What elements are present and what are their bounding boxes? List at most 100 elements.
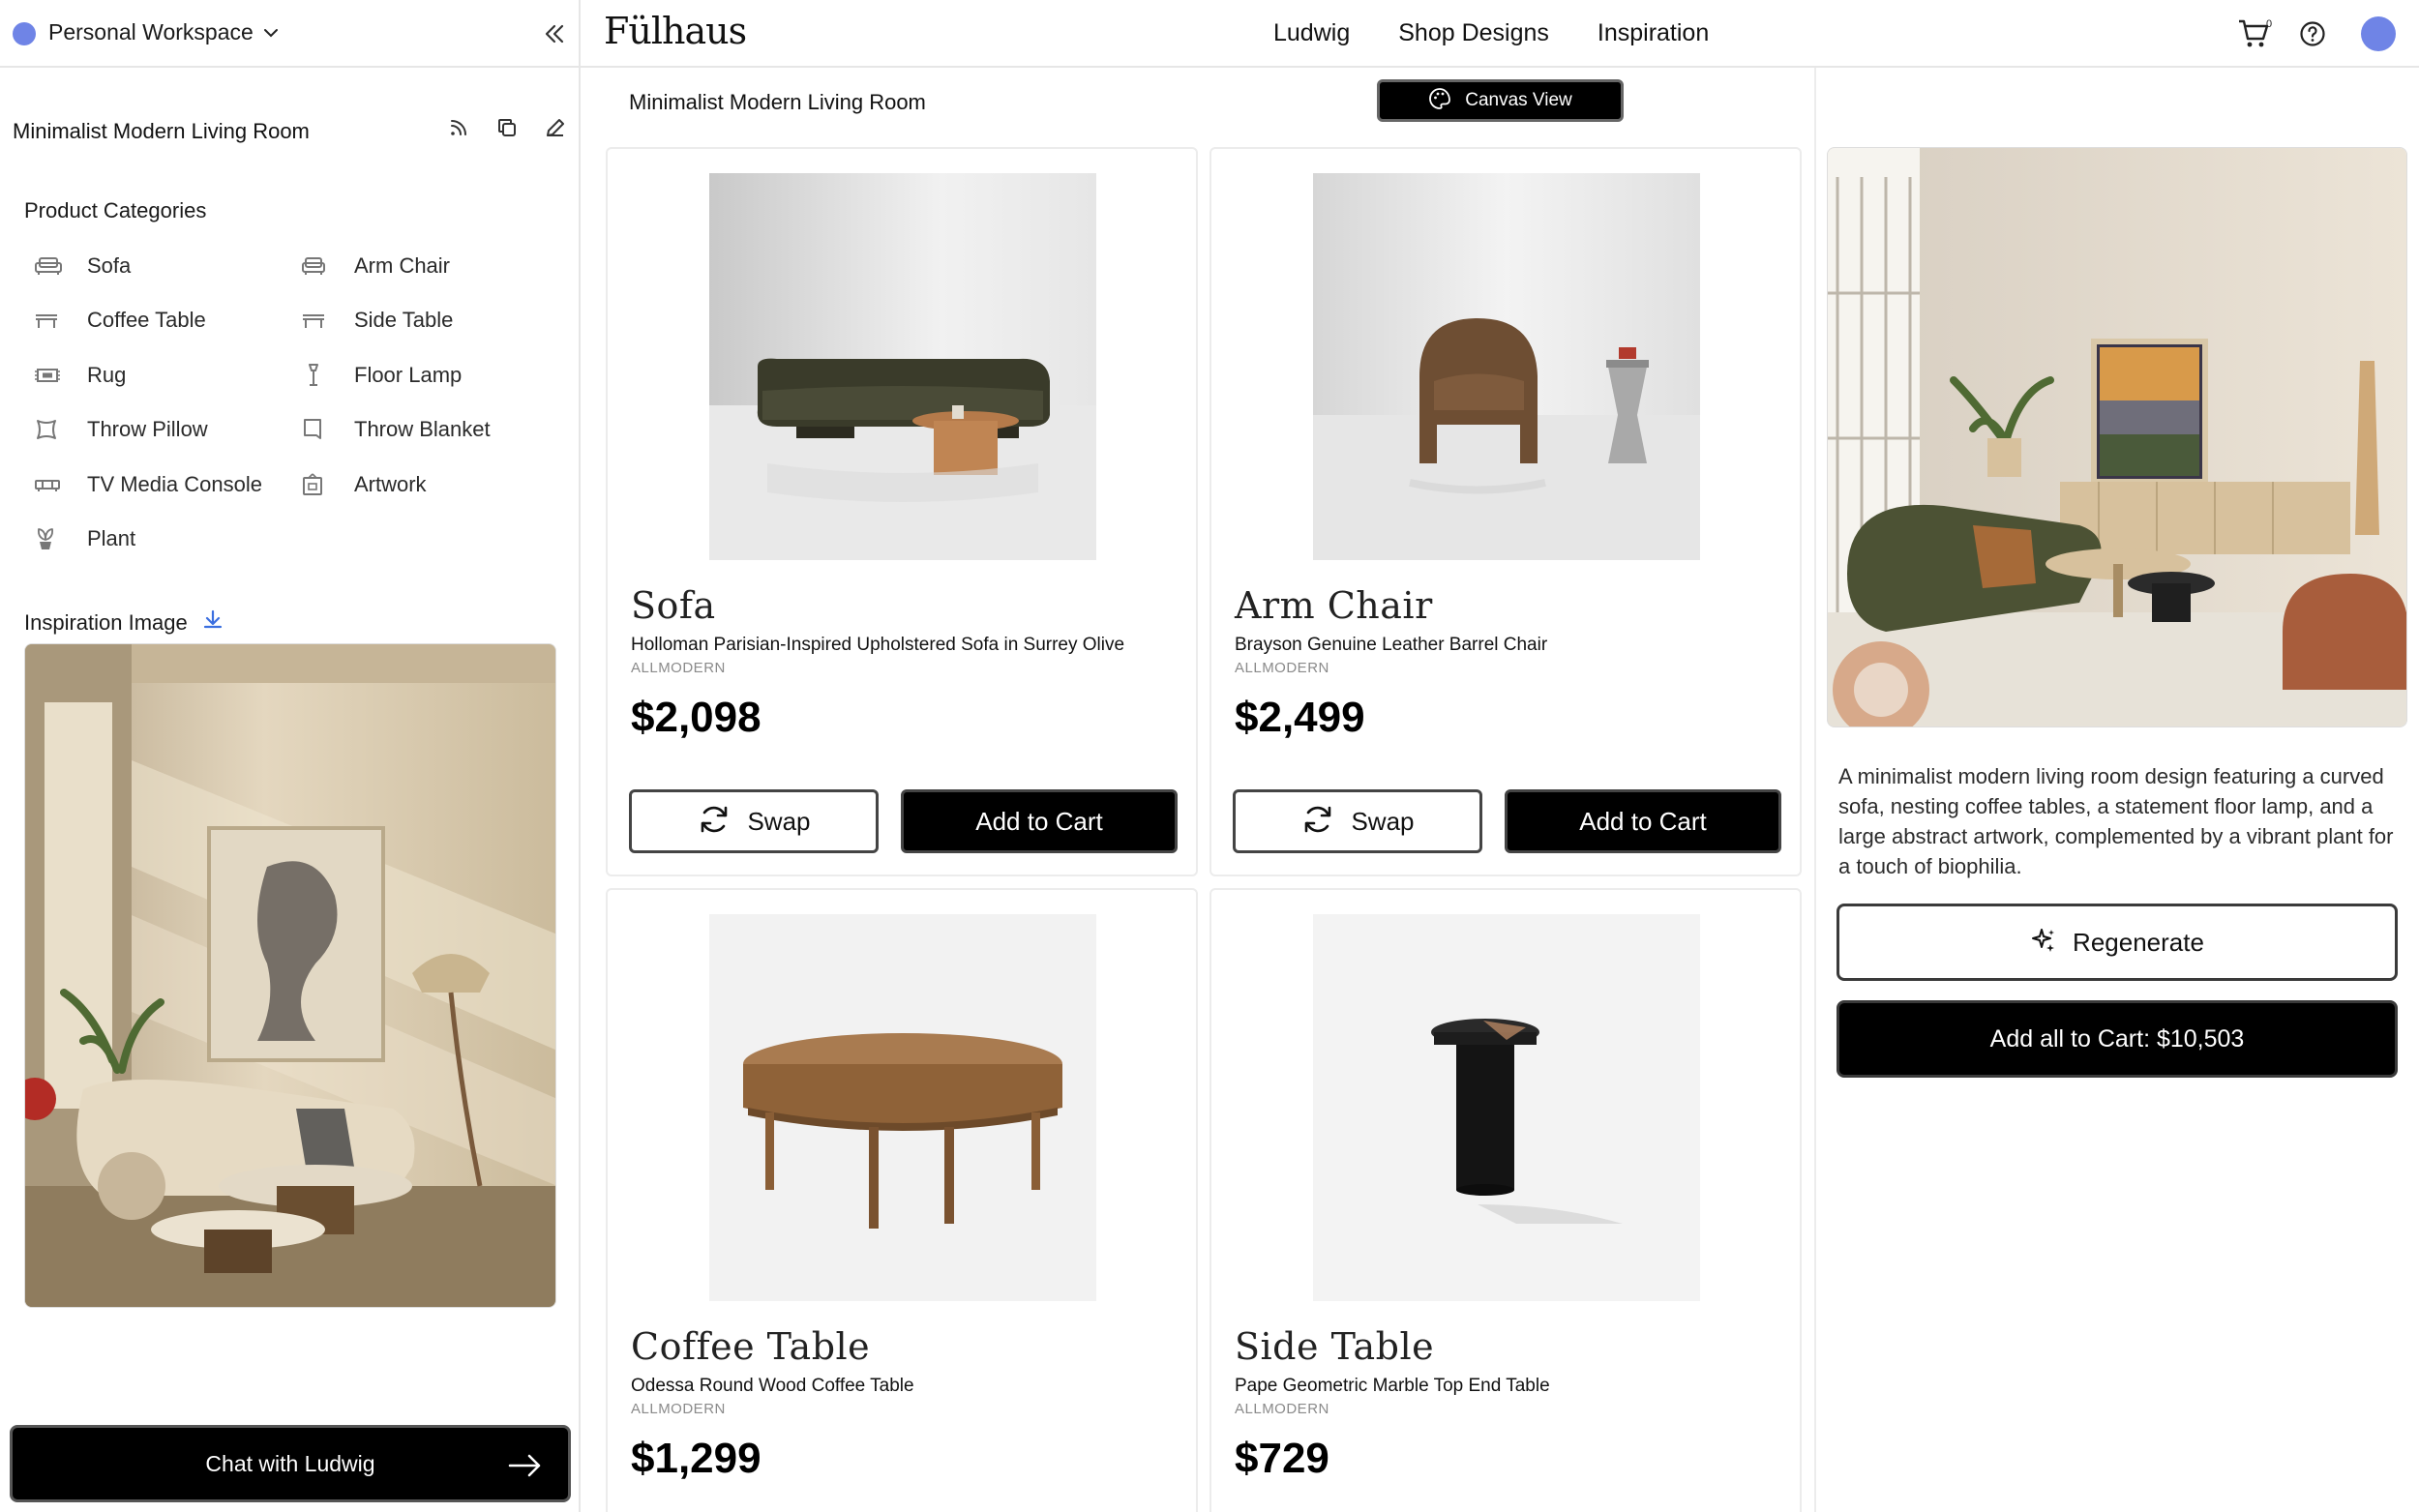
workspace-name: Personal Workspace bbox=[48, 19, 254, 44]
product-image[interactable] bbox=[709, 173, 1096, 560]
nav-links: Ludwig Shop Designs Inspiration bbox=[1273, 19, 1709, 47]
workspace-switcher[interactable]: Personal Workspace bbox=[0, 0, 581, 68]
edit-icon[interactable] bbox=[540, 112, 571, 143]
category-label: TV Media Console bbox=[87, 471, 262, 496]
category-label: Artwork bbox=[354, 471, 427, 496]
product-image[interactable] bbox=[1313, 173, 1700, 560]
project-actions bbox=[443, 112, 571, 143]
category-label: Throw Blanket bbox=[354, 417, 491, 442]
category-tv-media-console[interactable]: TV Media Console bbox=[24, 458, 291, 512]
blanket-icon bbox=[301, 415, 340, 444]
product-type: Coffee Table bbox=[631, 1325, 871, 1368]
category-label: Floor Lamp bbox=[354, 362, 463, 387]
canvas-view-label: Canvas View bbox=[1465, 90, 1572, 110]
canvas-view-button[interactable]: Canvas View bbox=[1377, 79, 1624, 122]
product-brand: ALLMODERN bbox=[1235, 1401, 1329, 1417]
collapse-sidebar-icon[interactable] bbox=[540, 19, 569, 48]
product-card-side-table: Side Table Pape Geometric Marble Top End… bbox=[1210, 888, 1802, 1512]
generated-room-image[interactable] bbox=[1827, 147, 2407, 727]
category-label: Side Table bbox=[354, 308, 454, 333]
room-description: A minimalist modern living room design f… bbox=[1838, 764, 2394, 878]
product-card-sofa: Sofa Holloman Parisian-Inspired Upholste… bbox=[606, 147, 1198, 876]
add-to-cart-label: Add to Cart bbox=[975, 806, 1103, 836]
cart-icon[interactable]: 0 bbox=[2237, 17, 2276, 55]
product-price: $729 bbox=[1235, 1435, 1329, 1482]
inspiration-image[interactable] bbox=[24, 643, 556, 1308]
product-type: Sofa bbox=[631, 584, 716, 627]
side-table-icon bbox=[301, 306, 340, 335]
category-sofa[interactable]: Sofa bbox=[24, 239, 291, 293]
nav-link-shop-designs[interactable]: Shop Designs bbox=[1398, 19, 1549, 47]
category-list: Sofa Arm Chair Coffee Table Side Table R… bbox=[24, 239, 566, 566]
swap-button[interactable]: Swap bbox=[629, 789, 879, 853]
add-to-cart-label: Add to Cart bbox=[1579, 806, 1707, 836]
pillow-icon bbox=[34, 415, 73, 444]
sparkle-icon bbox=[2030, 927, 2057, 959]
product-image[interactable] bbox=[709, 914, 1096, 1301]
cart-count: 0 bbox=[2266, 18, 2272, 30]
category-label: Throw Pillow bbox=[87, 417, 208, 442]
inspiration-label: Inspiration Image bbox=[24, 610, 188, 635]
swap-button[interactable]: Swap bbox=[1233, 789, 1482, 853]
sofa-icon bbox=[34, 252, 73, 281]
product-brand: ALLMODERN bbox=[631, 1401, 726, 1417]
category-label: Plant bbox=[87, 525, 136, 550]
avatar[interactable] bbox=[2361, 16, 2396, 51]
logo[interactable]: Fülhaus bbox=[604, 10, 747, 52]
page-title: Minimalist Modern Living Room bbox=[629, 90, 926, 114]
product-name[interactable]: Holloman Parisian-Inspired Upholstered S… bbox=[631, 635, 1124, 656]
add-to-cart-button[interactable]: Add to Cart bbox=[901, 789, 1178, 853]
floor-lamp-icon bbox=[301, 361, 340, 390]
category-artwork[interactable]: Artwork bbox=[291, 458, 558, 512]
regenerate-button[interactable]: Regenerate bbox=[1837, 904, 2398, 981]
inspiration-header: Inspiration Image bbox=[24, 608, 224, 637]
chat-button-label: Chat with Ludwig bbox=[205, 1450, 375, 1476]
categories-title: Product Categories bbox=[24, 198, 207, 222]
top-navigation: Fülhaus Ludwig Shop Designs Inspiration … bbox=[581, 0, 2419, 68]
duplicate-icon[interactable] bbox=[492, 112, 523, 143]
category-rug[interactable]: Rug bbox=[24, 348, 291, 402]
add-all-to-cart-button[interactable]: Add all to Cart: $10,503 bbox=[1837, 1000, 2398, 1078]
category-label: Arm Chair bbox=[354, 253, 451, 278]
armchair-icon bbox=[301, 252, 340, 281]
product-card-coffee-table: Coffee Table Odessa Round Wood Coffee Ta… bbox=[606, 888, 1198, 1512]
category-plant[interactable]: Plant bbox=[24, 512, 291, 566]
nav-link-ludwig[interactable]: Ludwig bbox=[1273, 19, 1350, 47]
share-feed-icon[interactable] bbox=[443, 112, 474, 143]
product-name[interactable]: Brayson Genuine Leather Barrel Chair bbox=[1235, 635, 1547, 656]
palette-icon bbox=[1428, 87, 1451, 115]
product-name[interactable]: Pape Geometric Marble Top End Table bbox=[1235, 1376, 1550, 1397]
category-label: Sofa bbox=[87, 253, 132, 278]
swap-label: Swap bbox=[1351, 806, 1415, 836]
category-label: Rug bbox=[87, 362, 127, 387]
project-title: Minimalist Modern Living Room bbox=[13, 119, 310, 143]
workspace-dot bbox=[13, 22, 36, 45]
product-price: $2,499 bbox=[1235, 694, 1365, 741]
download-icon[interactable] bbox=[201, 608, 224, 637]
product-type: Side Table bbox=[1235, 1325, 1435, 1368]
nav-link-inspiration[interactable]: Inspiration bbox=[1598, 19, 1709, 47]
category-coffee-table[interactable]: Coffee Table bbox=[24, 293, 291, 347]
coffee-table-icon bbox=[34, 306, 73, 335]
product-name[interactable]: Odessa Round Wood Coffee Table bbox=[631, 1376, 914, 1397]
product-price: $1,299 bbox=[631, 1435, 762, 1482]
chevron-down-icon[interactable] bbox=[261, 23, 281, 47]
category-floor-lamp[interactable]: Floor Lamp bbox=[291, 348, 558, 402]
add-to-cart-button[interactable]: Add to Cart bbox=[1505, 789, 1781, 853]
product-card-arm-chair: Arm Chair Brayson Genuine Leather Barrel… bbox=[1210, 147, 1802, 876]
category-arm-chair[interactable]: Arm Chair bbox=[291, 239, 558, 293]
product-image[interactable] bbox=[1313, 914, 1700, 1301]
product-brand: ALLMODERN bbox=[1235, 660, 1329, 676]
chat-with-ludwig-button[interactable]: Chat with Ludwig bbox=[10, 1425, 571, 1502]
product-type: Arm Chair bbox=[1235, 584, 1433, 627]
right-panel-divider bbox=[1814, 68, 1816, 1512]
product-brand: ALLMODERN bbox=[631, 660, 726, 676]
console-icon bbox=[34, 470, 73, 499]
category-throw-pillow[interactable]: Throw Pillow bbox=[24, 402, 291, 457]
regenerate-label: Regenerate bbox=[2073, 927, 2204, 957]
artwork-icon bbox=[301, 470, 340, 499]
arrow-right-icon bbox=[508, 1453, 543, 1483]
category-throw-blanket[interactable]: Throw Blanket bbox=[291, 402, 558, 457]
help-icon[interactable] bbox=[2298, 19, 2327, 53]
category-side-table[interactable]: Side Table bbox=[291, 293, 558, 347]
